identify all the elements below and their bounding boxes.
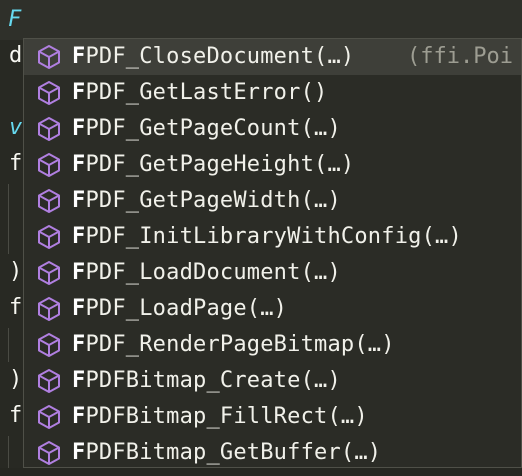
completion-item[interactable]: FPDFBitmap_FillRect(…) — [24, 399, 521, 435]
typed-text[interactable]: F — [8, 6, 21, 34]
completion-item[interactable]: FPDF_GetPageWidth(…) — [24, 183, 521, 219]
completion-match: F — [72, 44, 86, 69]
completion-rest: PDF_GetLastError() — [85, 80, 328, 105]
completion-item[interactable]: FPDF_GetPageCount(…) — [24, 111, 521, 147]
completion-match: F — [72, 260, 86, 285]
code-glyph[interactable]: f — [9, 398, 22, 434]
autocomplete-popup[interactable]: FPDF_CloseDocument(…) FPDF_GetLastError()… — [23, 38, 522, 468]
completion-rest: PDF_InitLibraryWithConfig(…) — [85, 224, 462, 249]
completion-label: FPDF_LoadDocument(…) — [72, 255, 341, 291]
completion-label: FPDFBitmap_FillRect(…) — [72, 399, 368, 435]
completion-label: FPDF_CloseDocument(…) — [72, 39, 354, 75]
completion-label: FPDFBitmap_GetBuffer(…) — [72, 435, 382, 467]
completion-rest: PDFBitmap_GetBuffer(…) — [85, 440, 382, 465]
completion-match: F — [72, 332, 86, 357]
indent-guide — [8, 328, 9, 362]
code-glyph[interactable]: ) — [9, 254, 22, 290]
completion-item[interactable]: FPDF_GetLastError() — [24, 75, 521, 111]
method-cube-icon — [36, 224, 62, 250]
completion-item[interactable]: FPDFBitmap_Create(…) — [24, 363, 521, 399]
completion-label: FPDF_GetPageWidth(…) — [72, 183, 341, 219]
code-glyph[interactable]: f — [9, 146, 22, 182]
completion-match: F — [72, 404, 86, 429]
completion-label: FPDF_GetPageCount(…) — [72, 111, 341, 147]
completion-match: F — [72, 296, 86, 321]
completion-item[interactable]: FPDF_LoadPage(…) — [24, 291, 521, 327]
completion-rest: PDF_GetPageHeight(…) — [85, 152, 355, 177]
current-line-highlight — [0, 0, 522, 40]
method-cube-icon — [36, 260, 62, 286]
code-glyph[interactable]: d — [9, 38, 22, 74]
completion-label: FPDF_InitLibraryWithConfig(…) — [72, 219, 462, 255]
completion-item[interactable]: FPDF_RenderPageBitmap(…) — [24, 327, 521, 363]
indent-guide — [8, 436, 9, 468]
completion-rest: PDF_CloseDocument(…) — [85, 44, 355, 69]
method-cube-icon — [36, 332, 62, 358]
indent-guide — [8, 184, 9, 254]
completion-label: FPDF_LoadPage(…) — [72, 291, 287, 327]
completion-rest: PDF_GetPageWidth(…) — [85, 188, 341, 213]
method-cube-icon — [36, 368, 62, 394]
completion-rest: PDF_LoadPage(…) — [85, 296, 288, 321]
completion-item[interactable]: FPDF_GetPageHeight(…) — [24, 147, 521, 183]
completion-match: F — [72, 368, 86, 393]
completion-label: FPDF_RenderPageBitmap(…) — [72, 327, 395, 363]
completion-rest: PDFBitmap_FillRect(…) — [85, 404, 368, 429]
method-cube-icon — [36, 188, 62, 214]
completion-match: F — [72, 80, 86, 105]
completion-item[interactable]: FPDF_InitLibraryWithConfig(…) — [24, 219, 521, 255]
method-cube-icon — [36, 296, 62, 322]
completion-match: F — [72, 152, 86, 177]
editor-area — [0, 468, 522, 476]
method-cube-icon — [36, 116, 62, 142]
method-cube-icon — [36, 80, 62, 106]
completion-match: F — [72, 440, 86, 465]
completion-match: F — [72, 116, 86, 141]
completion-rest: PDFBitmap_Create(…) — [85, 368, 341, 393]
completion-rest: PDF_GetPageCount(…) — [85, 116, 341, 141]
completion-rest: PDF_RenderPageBitmap(…) — [85, 332, 395, 357]
code-glyph[interactable]: f — [9, 290, 22, 326]
completion-item[interactable]: FPDFBitmap_GetBuffer(…) — [24, 435, 521, 467]
completion-rest: PDF_LoadDocument(…) — [85, 260, 341, 285]
completion-detail: (ffi.Poi — [407, 44, 513, 69]
code-glyph[interactable]: v — [9, 110, 22, 146]
completion-label: FPDF_GetPageHeight(…) — [72, 147, 354, 183]
method-cube-icon — [36, 440, 62, 466]
completion-match: F — [72, 188, 86, 213]
completion-label: FPDF_GetLastError() — [72, 75, 327, 111]
completion-item[interactable]: FPDF_LoadDocument(…) — [24, 255, 521, 291]
method-cube-icon — [36, 404, 62, 430]
completion-match: F — [72, 224, 86, 249]
code-glyph[interactable]: ) — [9, 362, 22, 398]
method-cube-icon — [36, 44, 62, 70]
method-cube-icon — [36, 152, 62, 178]
completion-label: FPDFBitmap_Create(…) — [72, 363, 341, 399]
